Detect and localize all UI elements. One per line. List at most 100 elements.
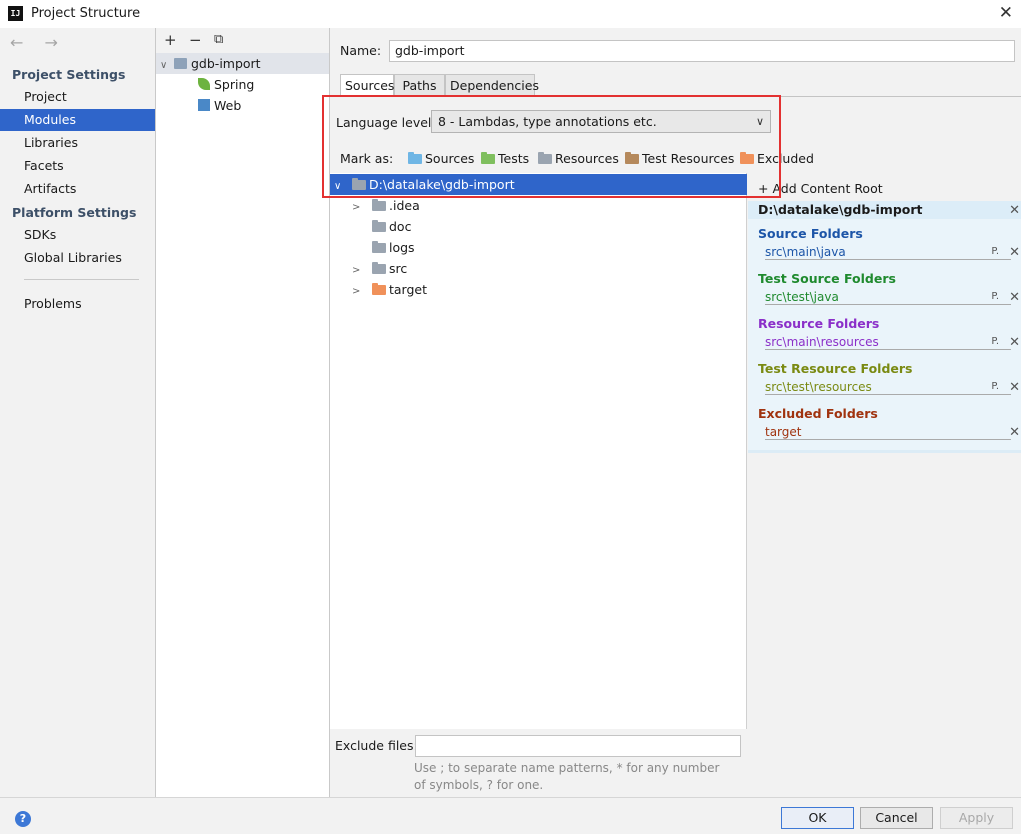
tree-item-gdb-import[interactable]: ∨ gdb-import xyxy=(156,53,329,74)
exclude-files-input[interactable] xyxy=(415,735,741,757)
source-folder-path: src\main\java P. xyxy=(765,244,1011,260)
root-path-label: D:\datalake\gdb-import xyxy=(369,177,515,192)
cancel-button[interactable]: Cancel xyxy=(860,807,933,829)
excluded-folders-title: Excluded Folders xyxy=(758,406,878,421)
tab-paths[interactable]: Paths xyxy=(394,74,445,97)
remove-folder-icon[interactable]: ✕ xyxy=(1009,380,1020,395)
nav-item-project[interactable]: Project xyxy=(0,86,155,108)
folder-label: target xyxy=(389,282,428,297)
nav-item-sdks[interactable]: SDKs xyxy=(0,224,155,246)
folder-icon xyxy=(481,152,495,164)
nav-item-modules[interactable]: Modules xyxy=(0,109,155,131)
module-name-input[interactable]: gdb-import xyxy=(389,40,1015,62)
tab-sources[interactable]: Sources xyxy=(340,74,394,97)
folder-icon xyxy=(372,241,386,253)
folder-path: target xyxy=(765,425,802,439)
mark-test-resources-button[interactable]: Test Resources xyxy=(625,151,734,166)
folder-path: src\main\resources xyxy=(765,335,879,349)
test-source-folder-path: src\test\java P. xyxy=(765,289,1011,305)
chevron-right-icon[interactable]: > xyxy=(352,260,366,281)
folder-icon xyxy=(372,220,386,232)
content-roots-pane: + Add Content Root D:\datalake\gdb-impor… xyxy=(748,173,1021,729)
remove-folder-icon[interactable]: ✕ xyxy=(1009,335,1020,350)
tree-item-web[interactable]: Web xyxy=(198,95,241,116)
settings-nav: ← → Project Settings Project Modules Lib… xyxy=(0,28,156,797)
remove-folder-icon[interactable]: ✕ xyxy=(1009,290,1020,305)
tab-dependencies[interactable]: Dependencies xyxy=(445,74,539,97)
mark-tests-button[interactable]: Tests xyxy=(481,151,529,166)
chevron-down-icon[interactable]: ∨ xyxy=(160,55,174,76)
content-root-tree: ∨ D:\datalake\gdb-import > .idea doc logs … xyxy=(330,173,747,729)
language-level-value: 8 - Lambdas, type annotations etc. xyxy=(438,114,657,129)
folder-icon xyxy=(538,152,552,164)
properties-icon[interactable]: P. xyxy=(991,334,999,350)
nav-item-global-libraries[interactable]: Global Libraries xyxy=(0,247,155,269)
nav-item-libraries[interactable]: Libraries xyxy=(0,132,155,154)
apply-button[interactable]: Apply xyxy=(940,807,1013,829)
facet-label: Web xyxy=(214,98,242,113)
exclude-files-label: Exclude files: xyxy=(335,738,418,753)
title-bar: IJ Project Structure ✕ xyxy=(0,0,1021,28)
copy-icon[interactable]: ⧉ xyxy=(214,32,223,47)
properties-icon[interactable]: P. xyxy=(991,379,999,395)
remove-folder-icon[interactable]: ✕ xyxy=(1009,425,1020,440)
remove-root-icon[interactable]: ✕ xyxy=(1009,202,1020,220)
tree-item-spring[interactable]: Spring xyxy=(198,74,254,95)
test-resource-folders-title: Test Resource Folders xyxy=(758,361,913,376)
ok-button[interactable]: OK xyxy=(781,807,854,829)
platform-settings-header: Platform Settings xyxy=(12,205,137,220)
module-label: gdb-import xyxy=(191,56,261,71)
folder-icon xyxy=(740,152,754,164)
folder-label: logs xyxy=(389,240,415,255)
properties-icon[interactable]: P. xyxy=(991,289,999,305)
mark-label: Excluded xyxy=(757,151,814,166)
remove-icon[interactable]: − xyxy=(189,31,202,49)
modules-tree-pane: + − ⧉ ∨ gdb-import Spring Web xyxy=(156,28,330,797)
mark-label: Resources xyxy=(555,151,619,166)
module-icon xyxy=(174,58,187,69)
tree-toolbar: + − ⧉ xyxy=(156,28,329,53)
folder-path: src\main\java xyxy=(765,245,846,259)
remove-folder-icon[interactable]: ✕ xyxy=(1009,245,1020,260)
chevron-right-icon[interactable]: > xyxy=(352,281,366,302)
folder-label: doc xyxy=(389,219,412,234)
nav-item-facets[interactable]: Facets xyxy=(0,155,155,177)
nav-item-problems[interactable]: Problems xyxy=(0,293,155,315)
language-level-select[interactable]: 8 - Lambdas, type annotations etc. ∨ xyxy=(431,110,771,133)
tree-row-root[interactable]: ∨ D:\datalake\gdb-import xyxy=(330,174,747,195)
help-icon[interactable]: ? xyxy=(15,811,31,827)
plus-icon: + xyxy=(758,181,773,196)
name-label: Name: xyxy=(340,43,382,58)
mark-sources-button[interactable]: Sources xyxy=(408,151,474,166)
folder-icon xyxy=(372,199,386,211)
spring-icon xyxy=(198,78,210,90)
add-content-root-button[interactable]: + Add Content Root xyxy=(758,181,883,196)
project-settings-header: Project Settings xyxy=(12,67,126,82)
mark-resources-button[interactable]: Resources xyxy=(538,151,619,166)
tree-row-doc[interactable]: doc xyxy=(330,216,747,237)
properties-icon[interactable]: P. xyxy=(991,244,999,260)
tree-row-src[interactable]: > src xyxy=(330,258,747,279)
nav-item-artifacts[interactable]: Artifacts xyxy=(0,178,155,200)
folder-path: src\test\java xyxy=(765,290,839,304)
tree-row-target[interactable]: > target xyxy=(330,279,747,300)
chevron-down-icon[interactable]: ∨ xyxy=(334,176,348,197)
module-editor: Name: gdb-import Sources Paths Dependenc… xyxy=(330,28,1021,797)
window-title: Project Structure xyxy=(31,6,141,21)
source-folders-title: Source Folders xyxy=(758,226,863,241)
folder-icon xyxy=(625,152,639,164)
close-icon[interactable]: ✕ xyxy=(999,3,1013,23)
intellij-app-icon: IJ xyxy=(8,6,23,21)
folder-icon xyxy=(372,283,386,295)
mark-label: Sources xyxy=(425,151,475,166)
back-forward-arrows[interactable]: ← → xyxy=(10,33,66,52)
excluded-folder-path: target xyxy=(765,424,1011,440)
tree-row-logs[interactable]: logs xyxy=(330,237,747,258)
tree-row-idea[interactable]: > .idea xyxy=(330,195,747,216)
content-root-path: D:\datalake\gdb-import xyxy=(758,202,923,217)
add-icon[interactable]: + xyxy=(164,31,177,49)
exclude-files-hint: Use ; to separate name patterns, * for a… xyxy=(414,761,720,792)
mark-excluded-button[interactable]: Excluded xyxy=(740,151,814,166)
chevron-right-icon[interactable]: > xyxy=(352,197,366,218)
test-resource-folder-path: src\test\resources P. xyxy=(765,379,1011,395)
